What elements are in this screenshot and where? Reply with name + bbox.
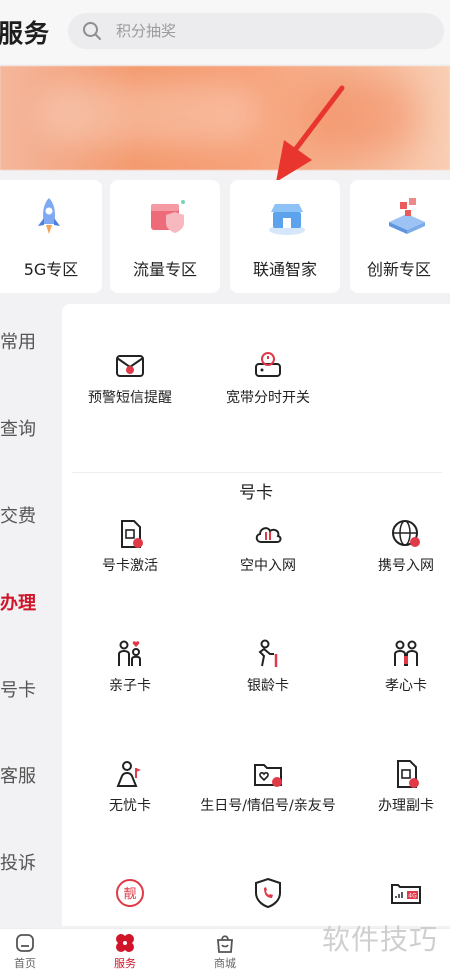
smart-home-icon (269, 204, 305, 235)
promo-card-label: 联通智家 (252, 260, 317, 279)
sidebar-item-payment[interactable]: 交费 (0, 502, 62, 528)
shield-box-icon (151, 200, 185, 233)
innovation-icon (389, 198, 425, 234)
service-parent-child[interactable]: 亲子卡 (70, 638, 190, 696)
section-title: 号卡 (239, 483, 273, 503)
4g-card-icon: 4G (391, 884, 421, 904)
sms-alert-icon (116, 355, 144, 377)
sidebar-item-complaint[interactable]: 投诉 (0, 849, 62, 875)
service-pretty-number[interactable]: 靓 (70, 877, 190, 927)
service-flower-icon (116, 934, 134, 952)
service-label: 宽带分时开关 (226, 390, 310, 406)
promo-card-label: 5G专区 (23, 260, 79, 279)
service-shield-phone[interactable] (208, 877, 328, 927)
service-elderly[interactable]: 银龄卡 (208, 638, 328, 696)
sidebar-item-support[interactable]: 客服 (0, 762, 62, 788)
watermark-text: 软件技巧 (322, 923, 439, 956)
search-icon (83, 22, 101, 40)
shield-phone-icon (255, 877, 281, 909)
birthday-folder-icon (254, 764, 282, 787)
red-arrow-annotation (276, 85, 345, 182)
service-filial[interactable]: 孝心卡 (346, 638, 450, 696)
search-bar[interactable] (68, 13, 444, 49)
service-label: 号卡激活 (102, 558, 158, 574)
service-birthday-number[interactable]: 生日号/情侣号/亲友号 (200, 758, 336, 816)
nav-label: 服务 (114, 957, 136, 970)
svg-text:靓: 靓 (123, 887, 136, 902)
service-sim-activate[interactable]: 号卡激活 (70, 518, 190, 576)
secondary-card-icon (397, 760, 419, 788)
section-divider (72, 472, 442, 473)
service-label: 预警短信提醒 (88, 390, 172, 406)
rocket-icon (38, 198, 60, 234)
nav-service[interactable]: 服务 (90, 932, 160, 971)
service-label: 生日号/情侣号/亲友号 (200, 798, 336, 814)
service-label: 亲子卡 (109, 678, 151, 694)
promo-card-innovation[interactable]: 创新专区 (350, 180, 450, 293)
nav-mall[interactable]: 商城 (190, 932, 260, 971)
page-title: 服务 (0, 19, 51, 48)
sidebar-item-common[interactable]: 常用 (0, 328, 62, 354)
promo-card-traffic[interactable]: 流量专区 (110, 180, 220, 293)
sidebar-item-handle[interactable]: 办理 (0, 589, 62, 615)
service-cloud-network[interactable]: 空中入网 (208, 518, 328, 576)
broadband-timer-icon (255, 352, 281, 377)
service-secondary-card[interactable]: 办理副卡 (346, 758, 450, 816)
promo-card-label: 创新专区 (366, 260, 431, 279)
service-label: 携号入网 (378, 558, 434, 574)
nav-label: 商城 (214, 957, 236, 970)
service-carefree[interactable]: 无忧卡 (70, 758, 190, 816)
sim-activate-icon (121, 520, 143, 548)
shopping-bag-icon (217, 935, 233, 953)
promo-card-smart-home[interactable]: 联通智家 (230, 180, 340, 293)
search-input[interactable] (116, 13, 416, 49)
service-label: 办理副卡 (378, 798, 434, 814)
sidebar-item-query[interactable]: 查询 (0, 415, 62, 441)
parent-child-icon (118, 640, 141, 666)
carefree-icon (116, 761, 141, 787)
filial-icon (394, 640, 418, 666)
promo-card-label: 流量专区 (132, 260, 197, 279)
4g-label: 4G (408, 893, 417, 900)
service-label: 空中入网 (240, 558, 296, 574)
service-number-transfer[interactable]: 携号入网 (346, 518, 450, 576)
pretty-number-icon: 靓 (116, 879, 144, 907)
home-icon (16, 934, 34, 952)
service-sms-alert[interactable]: 预警短信提醒 (70, 350, 190, 408)
service-broadband-timer[interactable]: 宽带分时开关 (208, 350, 328, 408)
nav-home[interactable]: 首页 (0, 932, 60, 971)
globe-transfer-icon (392, 520, 420, 547)
elderly-icon (258, 639, 278, 667)
cloud-network-icon (255, 527, 282, 543)
promo-card-5g[interactable]: 5G专区 (0, 180, 102, 293)
service-label: 无忧卡 (109, 798, 151, 814)
sidebar-item-card[interactable]: 号卡 (0, 676, 62, 702)
service-label: 银龄卡 (247, 678, 289, 694)
service-label: 孝心卡 (385, 678, 427, 694)
promo-banner[interactable] (0, 66, 450, 170)
nav-label: 首页 (14, 957, 36, 970)
